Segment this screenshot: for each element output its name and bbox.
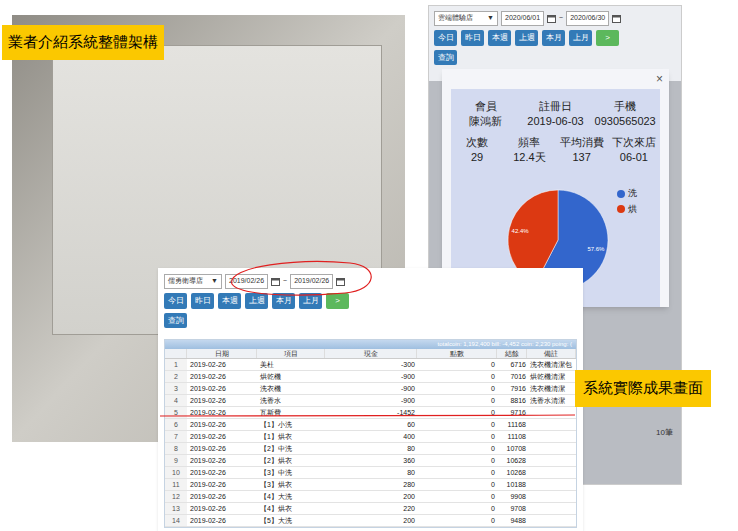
stat-label: 頻率 — [503, 135, 555, 150]
date-to[interactable]: 2020/06/30 — [566, 11, 609, 26]
stat-label: 次數 — [451, 135, 503, 150]
range-button[interactable]: 本月 — [272, 293, 295, 309]
stat-label: 平均消費 — [556, 135, 608, 150]
ledger-screen: 儒勇衛導店▼2019/02/26~2019/02/26今日昨日本週上週本月上月>… — [158, 268, 583, 531]
svg-text:42.4%: 42.4% — [512, 228, 530, 234]
date-to[interactable]: 2019/02/26 — [290, 274, 333, 289]
calendar-icon[interactable] — [612, 14, 621, 23]
date-from[interactable]: 2020/06/01 — [501, 11, 544, 26]
stat-value: 29 — [451, 150, 503, 165]
range-button[interactable]: 上週 — [515, 30, 538, 46]
field-label: 手機 — [590, 99, 660, 114]
summary-bar: totalcoin: 1,192,400 bill: -4,452 coin: … — [165, 340, 576, 349]
table-row[interactable]: 142019-02-26【5】大洗20009488 — [165, 515, 576, 527]
range-button[interactable]: 上週 — [245, 293, 268, 309]
toolbar: 儒勇衛導店▼2019/02/26~2019/02/26今日昨日本週上週本月上月>… — [164, 274, 577, 328]
range-button[interactable]: 上月 — [569, 30, 592, 46]
table-row[interactable]: 122019-02-26【4】大洗20009908 — [165, 491, 576, 503]
architecture-label: 業者介紹系統整體架構 — [2, 25, 164, 60]
svg-text:57.6%: 57.6% — [587, 246, 605, 252]
range-button[interactable]: 昨日 — [191, 293, 214, 309]
range-button[interactable]: 今日 — [434, 30, 457, 46]
query-button[interactable]: 查詢 — [434, 50, 457, 65]
field-value: 陳鴻新 — [451, 114, 521, 129]
table-row[interactable]: 92019-02-26【2】烘衣360010628 — [165, 455, 576, 467]
stat-value: 06-01 — [608, 150, 660, 165]
table-row[interactable]: 62019-02-26【1】小洗60011168 — [165, 419, 576, 431]
range-button[interactable]: 本月 — [542, 30, 565, 46]
legend: 洗烘 — [617, 187, 637, 295]
table-row[interactable]: 32019-02-26洗衣機-90007916洗衣機清潔 — [165, 383, 576, 395]
record-count: 10筆 — [656, 427, 673, 439]
store-dropdown[interactable]: 儒勇衛導店▼ — [164, 274, 222, 289]
table-header: 日期項目現金點數結餘備註 — [165, 349, 576, 359]
date-from[interactable]: 2019/02/26 — [225, 274, 268, 289]
table-row[interactable]: 112019-02-26【3】烘衣280010188 — [165, 479, 576, 491]
table-row[interactable]: 52019-02-26瓦斯費-145209716 — [165, 407, 576, 419]
range-button[interactable]: > — [596, 30, 619, 46]
range-button[interactable]: 上月 — [299, 293, 322, 309]
table-row[interactable]: 132019-02-26【4】烘衣22009708 — [165, 503, 576, 515]
field-value: 2019-06-03 — [521, 114, 591, 129]
table-row[interactable]: 102019-02-26【3】中洗80010268 — [165, 467, 576, 479]
toolbar: 雲端體驗店▼2020/06/01~2020/06/30今日昨日本週上週本月上月>… — [434, 11, 676, 65]
field-label: 會員 — [451, 99, 521, 114]
query-button[interactable]: 查詢 — [164, 313, 187, 328]
range-button[interactable]: 本週 — [218, 293, 241, 309]
store-dropdown[interactable]: 雲端體驗店▼ — [434, 11, 498, 26]
range-button[interactable]: 今日 — [164, 293, 187, 309]
ledger-table: totalcoin: 1,192,400 bill: -4,452 coin: … — [164, 339, 577, 528]
red-annotation-icon — [0, 0, 738, 531]
calendar-icon[interactable] — [271, 277, 280, 286]
field-value: 0930565023 — [590, 114, 660, 129]
stat-value: 12.4天 — [503, 150, 555, 165]
range-button[interactable]: 本週 — [488, 30, 511, 46]
range-button[interactable]: 昨日 — [461, 30, 484, 46]
table-row[interactable]: 82019-02-26【2】中洗80010708 — [165, 443, 576, 455]
results-label: 系統實際成果畫面 — [575, 370, 711, 407]
legend-item: 烘 — [617, 203, 637, 217]
field-label: 註冊日 — [521, 99, 591, 114]
table-row[interactable]: 22019-02-26烘乾機-90007016烘乾機清潔 — [165, 371, 576, 383]
range-button[interactable]: > — [326, 293, 349, 309]
table-row[interactable]: 12019-02-26美杜-30006716洗衣機清潔包 — [165, 359, 576, 371]
stat-label: 下次來店 — [608, 135, 660, 150]
table-row[interactable]: 72019-02-26【1】烘衣400011108 — [165, 431, 576, 443]
table-row[interactable]: 42019-02-26洗香水-90008816洗香水清潔 — [165, 395, 576, 407]
close-button[interactable]: × — [656, 70, 663, 88]
calendar-icon[interactable] — [336, 277, 345, 286]
stat-value: 137 — [556, 150, 608, 165]
calendar-icon[interactable] — [547, 14, 556, 23]
collage: 業者介紹系統整體架構雲端體驗店▼2020/06/01~2020/06/30今日昨… — [0, 0, 738, 531]
legend-item: 洗 — [617, 187, 637, 201]
